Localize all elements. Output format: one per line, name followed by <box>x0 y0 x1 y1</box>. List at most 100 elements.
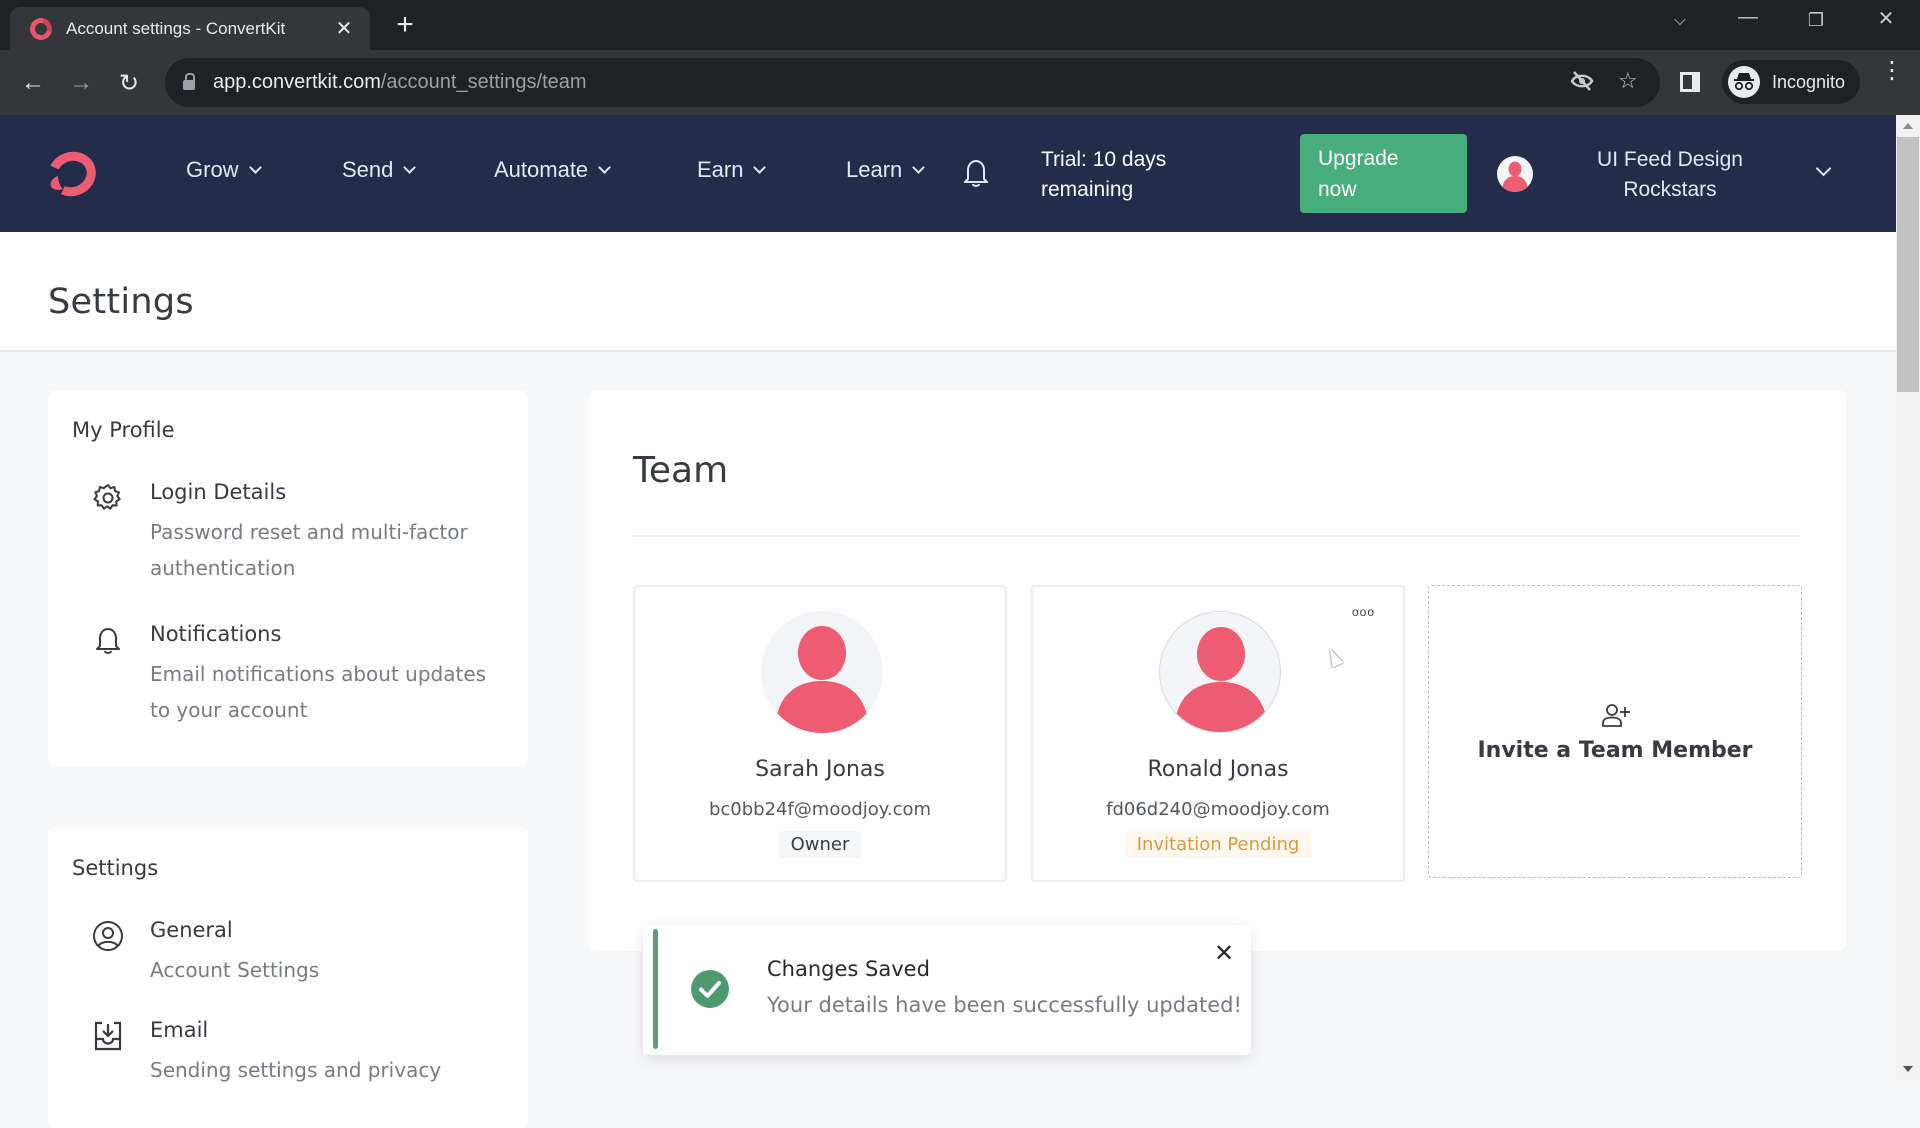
trial-line-1: Trial: 10 days <box>1041 148 1167 171</box>
gear-icon <box>92 482 124 514</box>
sidebar-item-desc: Account Settings <box>150 958 320 982</box>
invite-team-member-button[interactable]: Invite a Team Member <box>1428 585 1802 878</box>
team-member-card: Sarah Jonas bc0bb24f@moodjoy.com Owner <box>633 585 1007 882</box>
chevron-down-icon <box>403 161 417 174</box>
forward-icon[interactable]: → <box>62 64 100 102</box>
restore-icon[interactable]: ❐ <box>1796 10 1836 31</box>
sidebar-item-desc: Email notifications about updates to you… <box>150 662 487 722</box>
scroll-down-arrow-icon[interactable] <box>1903 1066 1913 1072</box>
sidebar-item-login-details[interactable]: Login Details Password reset and multi-f… <box>72 480 504 586</box>
page-title: Settings <box>48 282 194 322</box>
convertkit-favicon-icon <box>25 13 57 44</box>
back-icon[interactable]: ← <box>14 64 52 102</box>
sidebar-section-heading: Settings <box>72 856 159 880</box>
new-tab-button[interactable]: + <box>390 8 420 42</box>
check-circle-icon <box>691 970 729 1008</box>
nav-menu-send[interactable]: Send <box>342 157 417 183</box>
close-tab-icon[interactable]: ✕ <box>332 16 356 41</box>
member-avatar <box>761 611 883 733</box>
incognito-label: Incognito <box>1772 71 1846 92</box>
tab-title: Account settings - ConvertKit <box>66 18 286 38</box>
team-member-card: ooo Ronald Jonas fd06d240@moodjoy.com In… <box>1031 585 1405 882</box>
sidebar-section-settings: Settings General Account Settings Email … <box>48 828 528 1128</box>
browser-tab-bar: Account settings - ConvertKit ✕ + ⌵ — ❐ … <box>0 0 1920 50</box>
side-panel-icon[interactable] <box>1680 72 1700 92</box>
tab-search-chevron-icon[interactable]: ⌵ <box>1660 12 1700 30</box>
sidebar-item-title: Email <box>150 1018 209 1042</box>
browser-toolbar: ← → ↻ app.convertkit.com/account_setting… <box>0 50 1920 115</box>
url-path: /account_settings/team <box>380 71 587 93</box>
toast-accent-bar <box>653 929 658 1049</box>
page-scrollbar[interactable] <box>1896 115 1920 1080</box>
nav-menu-label: Send <box>342 157 394 182</box>
bookmark-star-icon[interactable]: ☆ <box>1618 68 1638 94</box>
sidebar-item-general[interactable]: General Account Settings <box>72 918 504 988</box>
sidebar-item-title: Login Details <box>150 480 287 504</box>
nav-menu-label: Learn <box>846 157 903 182</box>
notifications-bell-icon[interactable] <box>962 157 990 189</box>
chevron-down-icon <box>598 161 612 174</box>
inbox-download-icon <box>92 1020 124 1052</box>
nav-menu-label: Earn <box>697 157 744 182</box>
chevron-down-icon <box>912 161 926 174</box>
team-panel: Team Sarah Jonas bc0bb24f@moodjoy.com Ow… <box>588 390 1846 951</box>
toast-message: Your details have been successfully upda… <box>767 993 1242 1017</box>
member-name: Ronald Jonas <box>1147 757 1289 782</box>
member-avatar <box>1159 611 1281 733</box>
more-options-icon[interactable]: ooo <box>1352 605 1375 619</box>
account-name-line-2: Rockstars <box>1623 178 1717 201</box>
sidebar-item-desc: Sending settings and privacy <box>150 1058 442 1082</box>
team-title: Team <box>633 450 729 491</box>
user-circle-icon <box>92 920 124 952</box>
incognito-profile-button[interactable]: Incognito <box>1722 60 1860 104</box>
close-window-icon[interactable]: ✕ <box>1866 6 1906 31</box>
upgrade-line-2: now <box>1318 178 1357 201</box>
account-name-line-1: UI Feed Design <box>1597 148 1743 171</box>
sidebar-section-my-profile: My Profile Login Details Password reset … <box>48 390 528 767</box>
sidebar-item-notifications[interactable]: Notifications Email notifications about … <box>72 622 504 728</box>
nav-menu-grow[interactable]: Grow <box>186 157 262 183</box>
convertkit-logo[interactable] <box>41 145 103 203</box>
reload-icon[interactable]: ↻ <box>110 64 148 102</box>
trial-status: Trial: 10 days remaining <box>1041 145 1166 205</box>
user-plus-icon <box>1601 702 1631 728</box>
upgrade-now-button[interactable]: Upgrade now <box>1300 134 1467 213</box>
invite-label: Invite a Team Member <box>1477 738 1753 763</box>
account-name[interactable]: UI Feed Design Rockstars <box>1560 145 1780 205</box>
nav-menu-learn[interactable]: Learn <box>846 157 926 183</box>
nav-menu-label: Automate <box>494 157 589 182</box>
sidebar-item-title: Notifications <box>150 622 282 646</box>
lock-icon <box>183 72 195 90</box>
browser-tab[interactable]: Account settings - ConvertKit ✕ <box>10 7 370 50</box>
scroll-up-arrow-icon[interactable] <box>1903 123 1913 129</box>
member-role-badge: Owner <box>778 831 862 858</box>
close-icon[interactable]: ✕ <box>1211 939 1237 968</box>
browser-menu-icon[interactable]: ⋮ <box>1880 59 1904 83</box>
upgrade-line-1: Upgrade <box>1318 147 1399 170</box>
sidebar-item-email[interactable]: Email Sending settings and privacy <box>72 1018 504 1088</box>
sidebar-item-desc: Password reset and multi-factor authenti… <box>150 520 468 580</box>
sidebar-section-heading: My Profile <box>72 418 175 442</box>
account-chevron-down-icon[interactable] <box>1815 160 1832 177</box>
chevron-down-icon <box>753 161 767 174</box>
member-name: Sarah Jonas <box>755 757 885 782</box>
member-email: fd06d240@moodjoy.com <box>1106 799 1330 820</box>
nav-menu-earn[interactable]: Earn <box>697 157 767 183</box>
minimize-icon[interactable]: — <box>1728 6 1768 29</box>
nav-menu-automate[interactable]: Automate <box>494 157 612 183</box>
divider <box>633 535 1801 537</box>
incognito-icon <box>1728 66 1760 98</box>
eye-off-icon[interactable] <box>1570 70 1594 98</box>
account-avatar[interactable] <box>1497 156 1533 192</box>
chevron-down-icon <box>248 161 262 174</box>
page-header: Settings <box>0 232 1896 352</box>
bell-icon <box>92 624 124 656</box>
member-email: bc0bb24f@moodjoy.com <box>708 799 932 820</box>
address-bar[interactable]: app.convertkit.com/account_settings/team… <box>165 58 1660 107</box>
toast-notification: Changes Saved Your details have been suc… <box>643 925 1251 1055</box>
app-navbar: Grow Send Automate Earn Learn Trial: 10 … <box>0 115 1896 232</box>
scrollbar-thumb[interactable] <box>1897 137 1919 392</box>
trial-line-2: remaining <box>1041 178 1134 201</box>
url-host: app.convertkit.com <box>213 71 381 93</box>
sidebar-item-title: General <box>150 918 233 942</box>
